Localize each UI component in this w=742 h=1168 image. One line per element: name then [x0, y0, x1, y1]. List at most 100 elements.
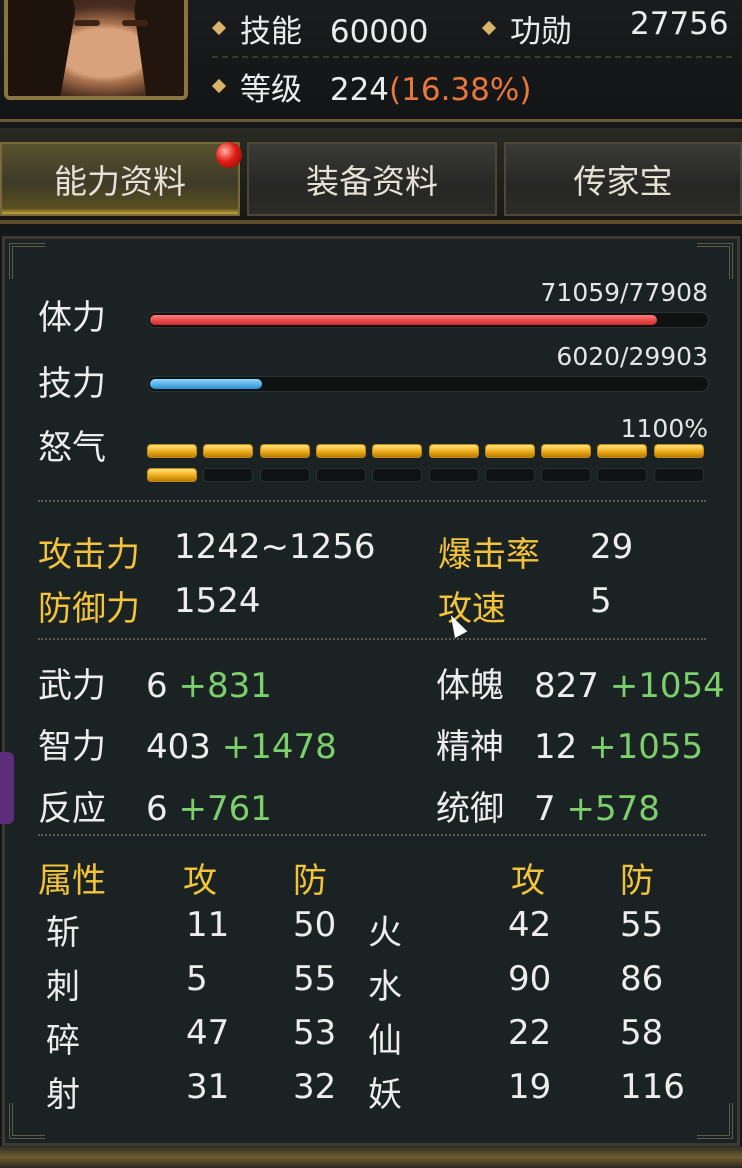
stat-label: 武力	[38, 666, 106, 706]
header-divider	[212, 56, 732, 58]
stat-base: 403	[146, 727, 211, 767]
character-header: 技能 60000 功勋 27756 等级 224(16.38%)	[0, 0, 742, 122]
level-value: 224	[329, 72, 390, 108]
mp-value: 6020/29903	[556, 342, 708, 371]
stat-label: 体魄	[436, 666, 504, 706]
attr-def: 116	[620, 1067, 685, 1107]
attr-atk: 31	[186, 1067, 230, 1107]
rage-segment	[428, 444, 479, 458]
attr-name: 刺	[46, 967, 80, 1007]
stat-row: 智力 403 +1478	[38, 719, 337, 768]
section-divider	[38, 638, 706, 640]
stat-base: 6	[146, 666, 168, 706]
portrait-eye-left	[74, 20, 100, 26]
stat-label: 反应	[38, 789, 106, 829]
attr-atk: 42	[508, 905, 552, 945]
attr-def: 50	[293, 905, 337, 945]
attr-atk-header: 攻	[511, 861, 545, 901]
rage-segment	[315, 444, 366, 458]
attr-atk-header: 攻	[183, 861, 217, 901]
stat-base: 827	[534, 666, 599, 706]
stat-label: 精神	[436, 727, 504, 767]
side-drawer-handle[interactable]	[0, 752, 14, 824]
attr-def: 55	[293, 959, 337, 999]
merit-value: 27756	[630, 6, 729, 42]
attr-def-header: 防	[293, 861, 327, 901]
stat-bonus: +1055	[588, 727, 704, 767]
level-stat: 等级 224(16.38%)	[211, 64, 532, 109]
tab-bar: 能力资料 装备资料 传家宝	[0, 128, 742, 224]
mp-label: 技力	[38, 364, 106, 404]
speed-value: 5	[590, 581, 612, 621]
attr-atk: 11	[186, 905, 230, 945]
ornament-corner-icon	[9, 243, 45, 279]
defense-label: 防御力	[38, 589, 140, 629]
rage-segment	[597, 444, 648, 458]
section-divider	[38, 834, 706, 836]
attr-atk: 90	[508, 959, 552, 999]
attr-def: 32	[293, 1067, 337, 1107]
diamond-bullet-icon	[211, 20, 227, 35]
attr-name: 仙	[368, 1021, 402, 1061]
stat-bonus: +831	[178, 666, 272, 706]
attr-name: 妖	[368, 1075, 402, 1115]
attr-atk: 19	[508, 1067, 552, 1107]
crit-value: 29	[590, 527, 634, 567]
rage-segment	[484, 468, 535, 482]
level-label: 等级	[240, 72, 302, 108]
stat-base: 6	[146, 789, 168, 829]
attr-name: 碎	[46, 1021, 80, 1061]
rage-segment	[428, 468, 479, 482]
ornament-corner-icon	[9, 1103, 45, 1139]
merit-stat: 功勋	[481, 6, 572, 51]
attr-atk: 22	[508, 1013, 552, 1053]
ornament-corner-icon	[697, 243, 733, 279]
level-progress: (16.38%)	[389, 72, 532, 108]
rage-label: 怒气	[38, 428, 106, 468]
panel-bottom-border	[0, 1146, 742, 1168]
rage-segment	[541, 444, 592, 458]
mp-bar-fill	[150, 379, 262, 389]
notification-dot-icon	[216, 142, 242, 168]
stat-bonus: +578	[566, 789, 660, 829]
attr-def: 86	[620, 959, 664, 999]
portrait-hair-right	[130, 0, 184, 96]
attr-name: 斩	[46, 913, 80, 953]
merit-label: 功勋	[510, 14, 572, 50]
attr-def-header: 防	[620, 861, 654, 901]
mp-bar	[147, 376, 709, 392]
hp-label: 体力	[38, 298, 106, 338]
stat-label: 智力	[38, 727, 106, 767]
rage-segment	[259, 444, 310, 458]
rage-value: 1100%	[620, 414, 708, 443]
diamond-bullet-icon	[211, 78, 227, 93]
rage-segment	[203, 468, 254, 482]
attr-name: 水	[368, 967, 402, 1007]
rage-segment	[484, 444, 535, 458]
tab-ability[interactable]: 能力资料	[0, 142, 240, 216]
rage-segment	[653, 468, 704, 482]
rage-segment	[653, 444, 704, 458]
skill-stat: 技能 60000	[211, 6, 428, 51]
attr-def: 58	[620, 1013, 664, 1053]
hp-bar	[147, 312, 709, 328]
stat-base: 12	[534, 727, 578, 767]
stat-bonus: +1478	[221, 727, 337, 767]
rage-segment	[259, 468, 310, 482]
attr-header-label: 属性	[38, 861, 106, 901]
tab-heirloom[interactable]: 传家宝	[504, 142, 742, 216]
stat-bonus: +761	[178, 789, 272, 829]
stat-row: 统御 7 +578	[436, 781, 660, 830]
attr-atk: 47	[186, 1013, 230, 1053]
crit-label: 爆击率	[438, 535, 540, 575]
rage-segment	[372, 444, 423, 458]
portrait-eye-right	[122, 20, 148, 26]
skill-label: 技能	[240, 14, 302, 50]
stat-row: 体魄 827 +1054	[436, 658, 725, 707]
rage-segment	[147, 444, 197, 458]
character-portrait[interactable]	[4, 0, 188, 100]
hp-bar-fill	[150, 315, 657, 325]
attack-label: 攻击力	[38, 535, 140, 575]
tab-equipment[interactable]: 装备资料	[247, 142, 497, 216]
attr-name: 火	[368, 913, 402, 953]
